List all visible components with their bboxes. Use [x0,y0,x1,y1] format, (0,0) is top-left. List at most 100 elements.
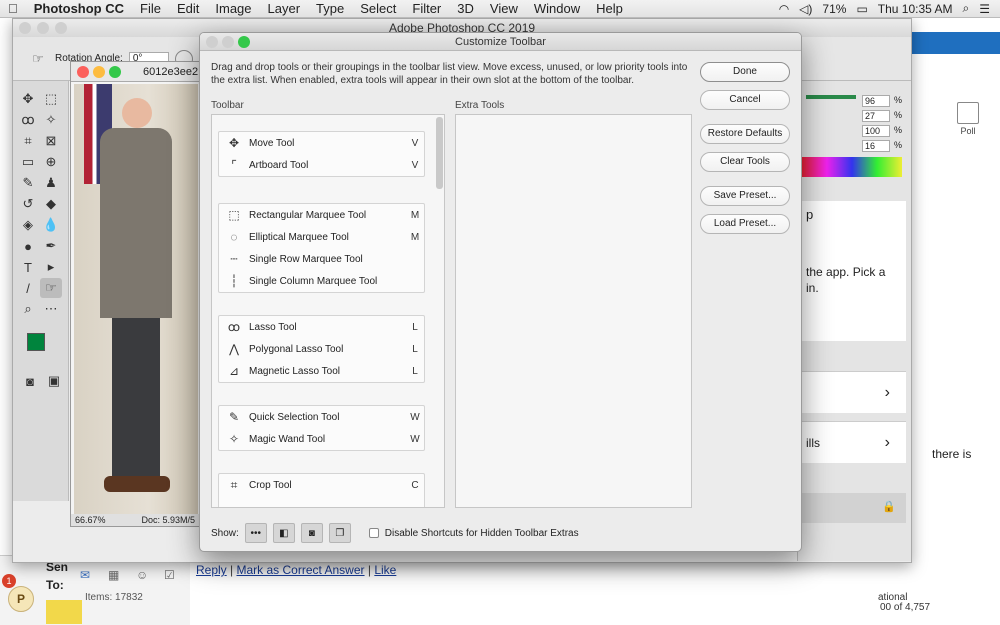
color-slider-1[interactable] [806,95,856,99]
poll-button[interactable]: Poll [954,102,982,136]
menu-image[interactable]: Image [207,1,259,16]
blur-tool-icon[interactable]: 💧 [40,215,62,235]
restore-defaults-button[interactable]: Restore Defaults [700,124,790,144]
people-icon[interactable]: ☺ [136,568,148,582]
tool-row[interactable]: ꝏ Lasso Tool L [219,316,424,338]
tool-row[interactable]: ┄ Single Row Marquee Tool [219,248,424,270]
clear-tools-button[interactable]: Clear Tools [700,152,790,172]
menu-select[interactable]: Select [352,1,404,16]
menu-filter[interactable]: Filter [404,1,449,16]
search-icon[interactable]: ⌕ [963,1,970,16]
volume-icon[interactable]: ◁) [799,2,812,16]
pen-tool-icon[interactable]: ✒ [40,236,62,256]
marquee-tool-icon[interactable]: ⬚ [40,89,62,109]
calendar-icon[interactable]: ▦ [108,568,119,582]
layer-row[interactable]: 🔒 [802,493,906,523]
crop-tool-icon[interactable]: ⌗ [17,131,39,151]
color-ramp[interactable] [802,157,902,177]
color-value-2[interactable]: 27 [862,110,890,122]
load-preset-button[interactable]: Load Preset... [700,214,790,234]
type-tool-icon[interactable]: T [17,257,39,277]
dialog-close-icon[interactable] [206,36,218,48]
save-preset-button[interactable]: Save Preset... [700,186,790,206]
more-tools-icon[interactable]: ⋯ [40,299,62,319]
show-quickmask-toggle-icon[interactable]: ◙ [300,523,323,543]
path-selection-icon[interactable]: ▸ [40,257,62,277]
close-window-icon[interactable] [19,22,31,34]
reply-link[interactable]: Reply [196,563,227,577]
menu-window[interactable]: Window [526,1,588,16]
menu-view[interactable]: View [482,1,526,16]
menu-help[interactable]: Help [588,1,631,16]
cancel-button[interactable]: Cancel [700,90,790,110]
lasso-tool-icon[interactable]: ꝏ [17,110,39,130]
history-brush-icon[interactable]: ↺ [17,194,39,214]
clock[interactable]: Thu 10:35 AM [878,2,953,16]
tool-row[interactable]: ┆ Single Column Marquee Tool [219,270,424,292]
menu-3d[interactable]: 3D [449,1,482,16]
show-extras-toggle-icon[interactable]: ••• [244,523,267,543]
ruler-tool-icon[interactable]: ▭ [17,152,39,172]
tool-group[interactable]: ⌗ Crop Tool C [218,473,425,507]
menu-edit[interactable]: Edit [169,1,207,16]
battery-icon[interactable]: ▭ [856,2,867,16]
tool-row[interactable]: ⬚ Rectangular Marquee Tool M [219,204,424,226]
toolbar-list[interactable]: ✥ Move Tool V ⌜ Artboard Tool V ⬚ Rectangular… [211,114,445,508]
toolbar-list-scrollbar[interactable] [436,117,443,189]
show-screenmode-toggle-icon[interactable]: ❐ [328,523,351,543]
doc-zoom-icon[interactable] [109,66,121,78]
color-value-3[interactable]: 100 [862,125,890,137]
zoom-tool-icon[interactable]: ⌕ [17,299,39,319]
hand-tool-icon[interactable]: ☞ [40,278,62,298]
control-center-icon[interactable]: ☰ [979,2,990,16]
eraser-tool-icon[interactable]: ◆ [40,194,62,214]
extra-tools-list[interactable] [455,114,692,508]
tool-row[interactable]: ◌ Elliptical Marquee Tool M [219,226,424,248]
quick-mask-icon[interactable]: ◙ [19,371,41,391]
disable-shortcuts-label[interactable]: Disable Shortcuts for Hidden Toolbar Ext… [385,528,579,539]
minimize-window-icon[interactable] [37,22,49,34]
dialog-zoom-icon[interactable] [238,36,250,48]
tool-row[interactable]: ⌜ Artboard Tool V [219,154,424,176]
menu-file[interactable]: File [132,1,169,16]
wifi-icon[interactable]: ◠ [779,2,789,16]
line-tool-icon[interactable]: / [17,278,39,298]
tool-row[interactable]: ⊿ Magnetic Lasso Tool L [219,360,424,382]
battery-percent[interactable]: 71% [822,2,846,16]
hand-tool-preset-icon[interactable]: ☞ [27,49,49,69]
disable-shortcuts-checkbox[interactable] [368,528,379,538]
doc-close-icon[interactable] [77,66,89,78]
brush-tool-icon[interactable]: ✎ [17,173,39,193]
tool-group[interactable]: ꝏ Lasso Tool L ⋀ Polygonal Lasso Tool L ⊿ Mag… [218,315,425,383]
menu-type[interactable]: Type [308,1,352,16]
apple-menu-icon[interactable]:  [0,1,26,16]
tool-group[interactable]: ✥ Move Tool V ⌜ Artboard Tool V [218,131,425,177]
show-colors-toggle-icon[interactable]: ◧ [272,523,295,543]
menu-layer[interactable]: Layer [260,1,309,16]
like-link[interactable]: Like [374,563,396,577]
dodge-tool-icon[interactable]: ● [17,236,39,256]
learn-item-1[interactable]: › [802,371,906,413]
stamp-tool-icon[interactable]: ♟ [40,173,62,193]
color-value-1[interactable]: 96 [862,95,890,107]
foreground-color-swatch[interactable] [27,333,45,351]
magic-wand-tool-icon[interactable]: ✧ [40,110,62,130]
tool-row[interactable]: ⌗ Crop Tool C [219,474,424,496]
tool-row[interactable]: ⋀ Polygonal Lasso Tool L [219,338,424,360]
frame-tool-icon[interactable]: ⊠ [40,131,62,151]
app-menu[interactable]: Photoshop CC [26,1,132,16]
tool-row[interactable]: ✎ Quick Selection Tool W [219,406,424,428]
dialog-minimize-icon[interactable] [222,36,234,48]
done-button[interactable]: Done [700,62,790,82]
tasks-icon[interactable]: ☑ [164,568,175,582]
mail-icon[interactable]: ✉ [80,568,90,582]
tool-group[interactable]: ✎ Quick Selection Tool W ✧ Magic Wand Tool W [218,405,425,451]
mark-correct-link[interactable]: Mark as Correct Answer [236,563,364,577]
zoom-window-icon[interactable] [55,22,67,34]
tool-row[interactable]: ✥ Move Tool V [219,132,424,154]
screen-mode-icon[interactable]: ▣ [43,371,65,391]
healing-tool-icon[interactable]: ⊕ [40,152,62,172]
move-tool-icon[interactable]: ✥ [17,89,39,109]
paint-bucket-icon[interactable]: ◈ [17,215,39,235]
tool-row[interactable]: ✧ Magic Wand Tool W [219,428,424,450]
